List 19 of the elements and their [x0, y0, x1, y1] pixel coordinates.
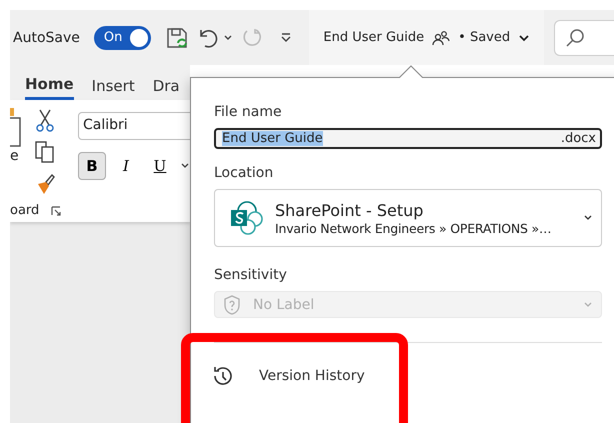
- file-name-field[interactable]: End User Guide .docx: [214, 128, 602, 149]
- location-label: Location: [214, 164, 274, 181]
- group-label: oard: [10, 203, 40, 218]
- format-button[interactable]: B: [78, 152, 106, 180]
- location-name: SharePoint - Setup: [275, 200, 424, 220]
- file-name-label: File name: [214, 104, 283, 120]
- autosave-toggle[interactable]: On: [94, 26, 152, 50]
- format-button[interactable]: I: [112, 152, 140, 180]
- ribbon-tab[interactable]: Insert: [92, 75, 135, 100]
- ribbon-tab[interactable]: Dra: [152, 75, 180, 100]
- file-extension: .docx: [560, 130, 596, 146]
- paste-label[interactable]: e: [10, 148, 24, 164]
- location-dropdown[interactable]: SharePoint - Setup Invario Network Engineers » OPERATIONS »…: [214, 188, 602, 248]
- location-path: Invario Network Engineers » OPERATIONS »…: [275, 220, 552, 236]
- file-name-text: End User Guide: [222, 130, 323, 146]
- sensitivity-label: Sensitivity: [214, 267, 288, 284]
- autosave-label: AutoSave: [13, 30, 80, 46]
- format-button[interactable]: U: [146, 152, 174, 180]
- document-title-button[interactable]: End User Guide • Saved: [309, 10, 544, 65]
